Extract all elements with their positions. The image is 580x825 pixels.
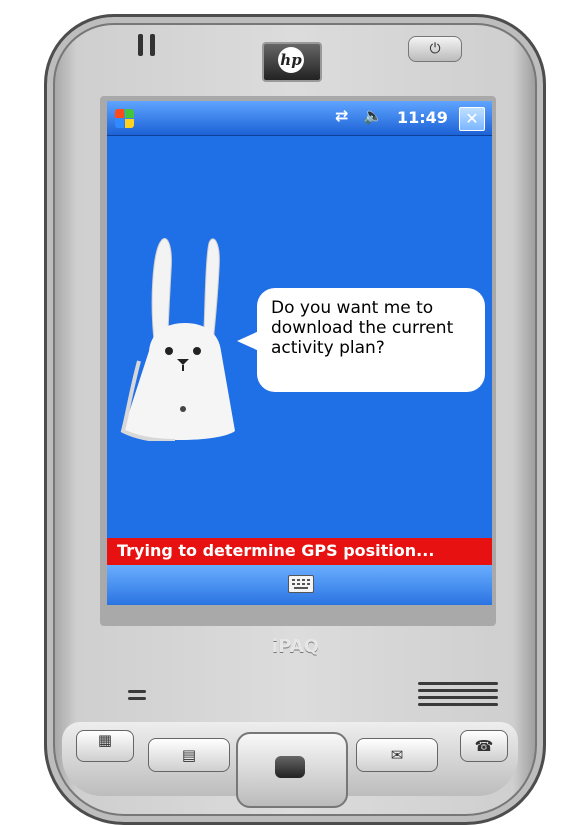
speaker-icon[interactable]: 🔈 bbox=[363, 106, 383, 125]
calendar-button[interactable]: ▦ bbox=[76, 730, 134, 762]
navigation-pad-icon[interactable] bbox=[275, 756, 305, 778]
windows-flag-icon[interactable] bbox=[113, 107, 135, 129]
contacts-button[interactable]: ▤ bbox=[148, 738, 230, 772]
navigation-pad[interactable] bbox=[236, 732, 348, 808]
rabbit-icon bbox=[120, 238, 235, 441]
gps-status-text: Trying to determine GPS position... bbox=[117, 541, 435, 560]
taskbar: ⇄ 🔈 11:49 ✕ bbox=[107, 101, 492, 136]
phone-icon: ☎ bbox=[474, 737, 494, 755]
calendar-icon: ▦ bbox=[97, 731, 113, 749]
gps-status-bar: Trying to determine GPS position... bbox=[107, 538, 492, 565]
speaker-grille bbox=[418, 682, 498, 710]
contacts-icon: ▤ bbox=[181, 746, 197, 764]
speech-bubble: Do you want me to download the current a… bbox=[257, 288, 485, 392]
hp-logo: hp bbox=[262, 42, 322, 82]
hp-logo-text: hp bbox=[278, 47, 304, 73]
connectivity-arrows-icon[interactable]: ⇄ bbox=[335, 106, 348, 125]
status-led bbox=[150, 34, 155, 56]
keyboard-icon[interactable] bbox=[288, 575, 314, 593]
mail-icon: ✉ bbox=[390, 746, 404, 764]
mail-button[interactable]: ✉ bbox=[356, 738, 438, 772]
phone-button[interactable]: ☎ bbox=[460, 730, 508, 762]
microphone-grille bbox=[128, 690, 146, 704]
ipaq-brand: iPAQ bbox=[272, 636, 319, 657]
power-icon: ⏻ bbox=[429, 41, 441, 57]
status-led bbox=[138, 34, 143, 56]
menu-bar bbox=[107, 565, 492, 605]
close-button[interactable]: ✕ bbox=[459, 107, 485, 131]
clock-time[interactable]: 11:49 bbox=[397, 108, 448, 127]
speech-text: Do you want me to download the current a… bbox=[271, 298, 454, 358]
device-screen: ⇄ 🔈 11:49 ✕ Do you want me to download t… bbox=[107, 101, 492, 605]
speech-bubble-tail bbox=[237, 331, 259, 351]
power-button[interactable]: ⏻ bbox=[408, 36, 462, 62]
